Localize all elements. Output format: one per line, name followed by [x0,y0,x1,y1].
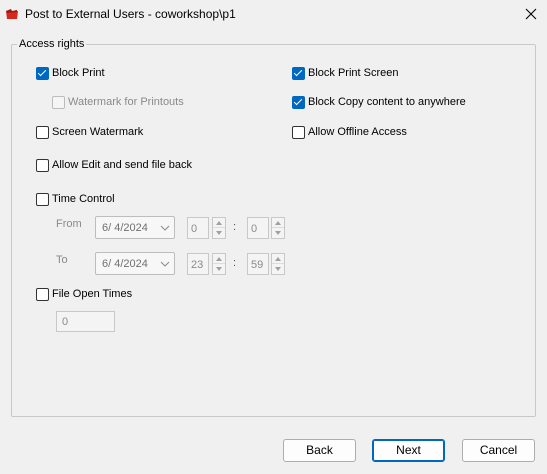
block-copy-label: Block Copy content to anywhere [308,96,466,108]
access-rights-label: Access rights [17,38,87,50]
to-hour-spinner[interactable] [212,253,226,275]
from-minute-spinner[interactable] [271,217,285,239]
checkbox-box[interactable] [292,66,305,80]
to-minute-spinner[interactable] [271,253,285,275]
spin-up-button[interactable] [272,218,284,228]
from-date-value: 6/ 4/2024 [102,222,148,234]
to-date-picker[interactable]: 6/ 4/2024 [95,252,175,275]
spin-up-button[interactable] [272,254,284,264]
close-button[interactable] [516,0,547,29]
watermark-printouts-checkbox[interactable]: Watermark for Printouts [52,95,184,109]
screen-watermark-label: Screen Watermark [52,126,144,138]
allow-edit-checkbox[interactable]: Allow Edit and send file back [36,158,192,172]
from-date-picker[interactable]: 6/ 4/2024 [95,216,175,239]
close-icon [525,8,537,20]
screen-watermark-checkbox[interactable]: Screen Watermark [36,125,143,139]
to-label: To [56,254,68,266]
spin-down-button[interactable] [272,228,284,238]
spin-up-button[interactable] [213,254,225,264]
title-bar: Post to External Users - coworkshop\p1 [0,0,547,29]
file-open-times-value: 0 [62,316,69,328]
checkbox-box[interactable] [292,95,305,109]
block-copy-checkbox[interactable]: Block Copy content to anywhere [292,95,466,109]
spin-down-button[interactable] [213,264,225,274]
file-open-times-label: File Open Times [52,288,133,300]
block-print-screen-checkbox[interactable]: Block Print Screen [292,66,398,80]
file-open-times-checkbox[interactable]: File Open Times [36,287,132,301]
chevron-up-icon [275,257,281,261]
to-minute-value: 59 [251,259,264,271]
next-button[interactable]: Next [372,439,445,462]
to-hour-field[interactable]: 23 [187,253,209,275]
checkbox-box[interactable] [36,287,49,301]
block-print-screen-label: Block Print Screen [308,67,399,79]
chevron-down-icon [275,267,281,271]
chevron-up-icon [275,221,281,225]
from-hour-field[interactable]: 0 [187,217,209,239]
checkbox-box[interactable] [36,66,49,80]
checkbox-box[interactable] [52,95,65,109]
to-minute-field[interactable]: 59 [247,253,269,275]
spin-down-button[interactable] [272,264,284,274]
checkbox-box[interactable] [292,125,305,139]
spin-up-button[interactable] [213,218,225,228]
block-print-label: Block Print [52,67,105,79]
chevron-down-icon [216,267,222,271]
chevron-down-icon [216,231,222,235]
time-separator: : [233,221,237,233]
checkbox-box[interactable] [36,192,49,206]
from-label: From [56,218,82,230]
back-button[interactable]: Back [283,439,356,462]
allow-offline-checkbox[interactable]: Allow Offline Access [292,125,407,139]
spin-down-button[interactable] [213,228,225,238]
cancel-button[interactable]: Cancel [462,439,535,462]
from-hour-spinner[interactable] [212,217,226,239]
to-hour-value: 23 [191,259,204,271]
checkbox-box[interactable] [36,125,49,139]
time-control-label: Time Control [52,193,115,205]
time-control-checkbox[interactable]: Time Control [36,192,115,206]
chevron-down-icon [275,231,281,235]
watermark-printouts-label: Watermark for Printouts [68,96,184,108]
to-date-value: 6/ 4/2024 [102,258,148,270]
window-title: Post to External Users - coworkshop\p1 [25,7,236,21]
allow-edit-label: Allow Edit and send file back [52,159,193,171]
chevron-up-icon [216,221,222,225]
time-separator: : [233,257,237,269]
checkbox-box[interactable] [36,158,49,172]
chevron-down-icon [160,223,170,236]
red-folder-icon [5,7,19,21]
from-minute-field[interactable]: 0 [247,217,269,239]
chevron-up-icon [216,257,222,261]
from-minute-value: 0 [251,223,258,235]
chevron-down-icon [160,259,170,272]
from-hour-value: 0 [191,223,198,235]
block-print-checkbox[interactable]: Block Print [36,66,105,80]
file-open-times-field[interactable]: 0 [56,311,115,332]
allow-offline-label: Allow Offline Access [308,126,407,138]
